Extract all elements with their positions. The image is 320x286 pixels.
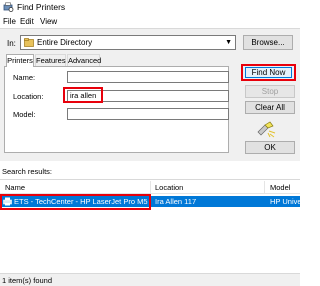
tab-advanced[interactable]: Advanced bbox=[67, 54, 101, 66]
menu-view[interactable]: View bbox=[40, 16, 57, 27]
column-divider[interactable] bbox=[150, 181, 151, 194]
column-divider[interactable] bbox=[264, 181, 265, 194]
menu-bar: File Edit View bbox=[0, 15, 300, 28]
tab-printers[interactable]: Printers bbox=[6, 54, 34, 67]
results-label: Search results: bbox=[2, 167, 53, 176]
scope-dropdown[interactable]: Entire Directory ▼ bbox=[20, 35, 236, 50]
result-model: HP Unive bbox=[270, 197, 300, 206]
title-bar: Find Printers bbox=[0, 0, 300, 15]
name-label: Name: bbox=[13, 73, 36, 82]
directory-icon bbox=[24, 38, 34, 47]
menu-file[interactable]: File bbox=[3, 16, 16, 27]
location-field[interactable]: ira allen bbox=[67, 90, 229, 102]
find-now-button[interactable]: Find Now bbox=[241, 64, 296, 81]
column-header-name[interactable]: Name bbox=[5, 183, 25, 193]
ok-button[interactable]: OK bbox=[245, 141, 295, 154]
chevron-down-icon: ▼ bbox=[225, 39, 232, 46]
model-label: Model: bbox=[13, 110, 36, 119]
window-title: Find Printers bbox=[17, 2, 66, 12]
stop-button[interactable]: Stop bbox=[245, 85, 295, 98]
scope-label: In: bbox=[7, 39, 16, 48]
menu-edit[interactable]: Edit bbox=[20, 16, 34, 27]
printer-icon bbox=[3, 197, 12, 206]
results-header: Name Location Model bbox=[0, 181, 300, 194]
result-row[interactable]: ETS - TechCenter - HP LaserJet Pro M521d… bbox=[0, 196, 300, 207]
status-text: 1 item(s) found bbox=[2, 276, 53, 285]
tab-features[interactable]: Features bbox=[35, 54, 66, 66]
column-header-location[interactable]: Location bbox=[155, 183, 183, 193]
result-location: Ira Allen 117 bbox=[155, 197, 197, 206]
result-name: ETS - TechCenter - HP LaserJet Pro M521d… bbox=[14, 197, 148, 206]
model-field[interactable] bbox=[67, 108, 229, 120]
name-field[interactable] bbox=[67, 71, 229, 83]
browse-button[interactable]: Browse... bbox=[243, 35, 293, 50]
status-bar: 1 item(s) found bbox=[0, 273, 300, 286]
search-flashlight-icon bbox=[257, 121, 276, 138]
printer-search-icon bbox=[3, 2, 14, 12]
scope-value: Entire Directory bbox=[37, 38, 93, 47]
clear-all-button[interactable]: Clear All bbox=[245, 101, 295, 114]
column-header-model[interactable]: Model bbox=[270, 183, 290, 193]
location-label: Location: bbox=[13, 92, 44, 101]
find-now-label: Find Now bbox=[251, 68, 286, 77]
